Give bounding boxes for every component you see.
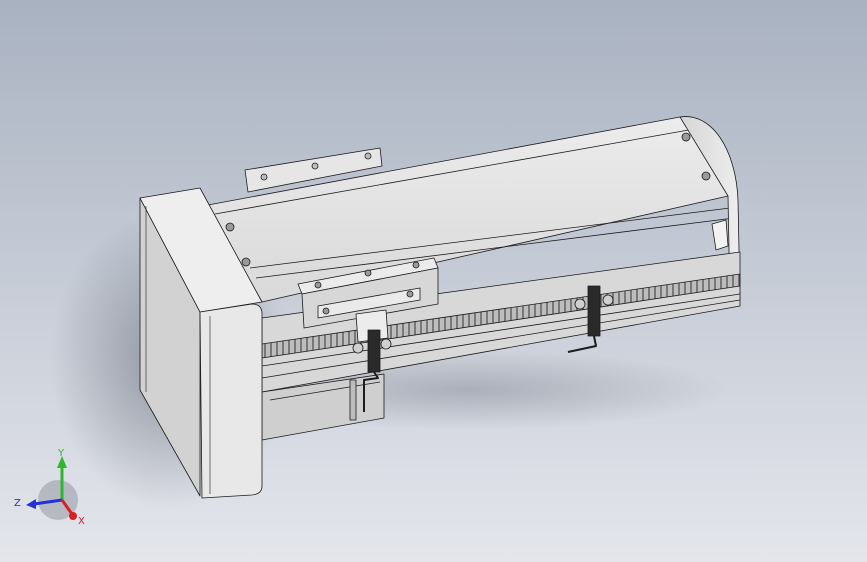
bolt-hole bbox=[322, 307, 330, 315]
connector bbox=[349, 379, 357, 421]
bolt-hole bbox=[364, 152, 372, 160]
sensor-screw bbox=[352, 342, 364, 354]
left-end-block-front bbox=[199, 303, 263, 499]
bolt-hole bbox=[406, 290, 414, 298]
bolt-hole bbox=[311, 162, 319, 170]
sensor-cable-right bbox=[567, 335, 597, 353]
reference-triad[interactable]: Y Z X bbox=[8, 448, 88, 528]
bolt-hole bbox=[241, 257, 251, 267]
y-axis-label: Y bbox=[57, 448, 65, 459]
bolt-hole bbox=[314, 281, 322, 289]
sensor-screw bbox=[380, 338, 392, 350]
z-axis-arrow bbox=[26, 499, 36, 509]
part-body bbox=[139, 116, 741, 499]
limit-sensor-left bbox=[367, 329, 381, 373]
right-end-slot bbox=[711, 219, 729, 251]
bolt-hole bbox=[364, 269, 372, 277]
x-axis-label: X bbox=[78, 516, 85, 527]
bolt-hole bbox=[225, 222, 235, 232]
z-axis-label: Z bbox=[14, 498, 21, 509]
x-axis-arrow bbox=[69, 512, 77, 520]
limit-sensor-right bbox=[587, 285, 601, 337]
graphics-viewport[interactable]: Y Z X bbox=[0, 0, 867, 562]
bolt-hole bbox=[260, 173, 268, 181]
bolt-hole bbox=[412, 261, 420, 269]
sensor-screw bbox=[574, 298, 586, 310]
sensor-screw bbox=[602, 294, 614, 306]
bolt-hole bbox=[701, 171, 711, 181]
bolt-hole bbox=[681, 132, 691, 142]
linear-module-3d-model[interactable] bbox=[0, 0, 867, 562]
